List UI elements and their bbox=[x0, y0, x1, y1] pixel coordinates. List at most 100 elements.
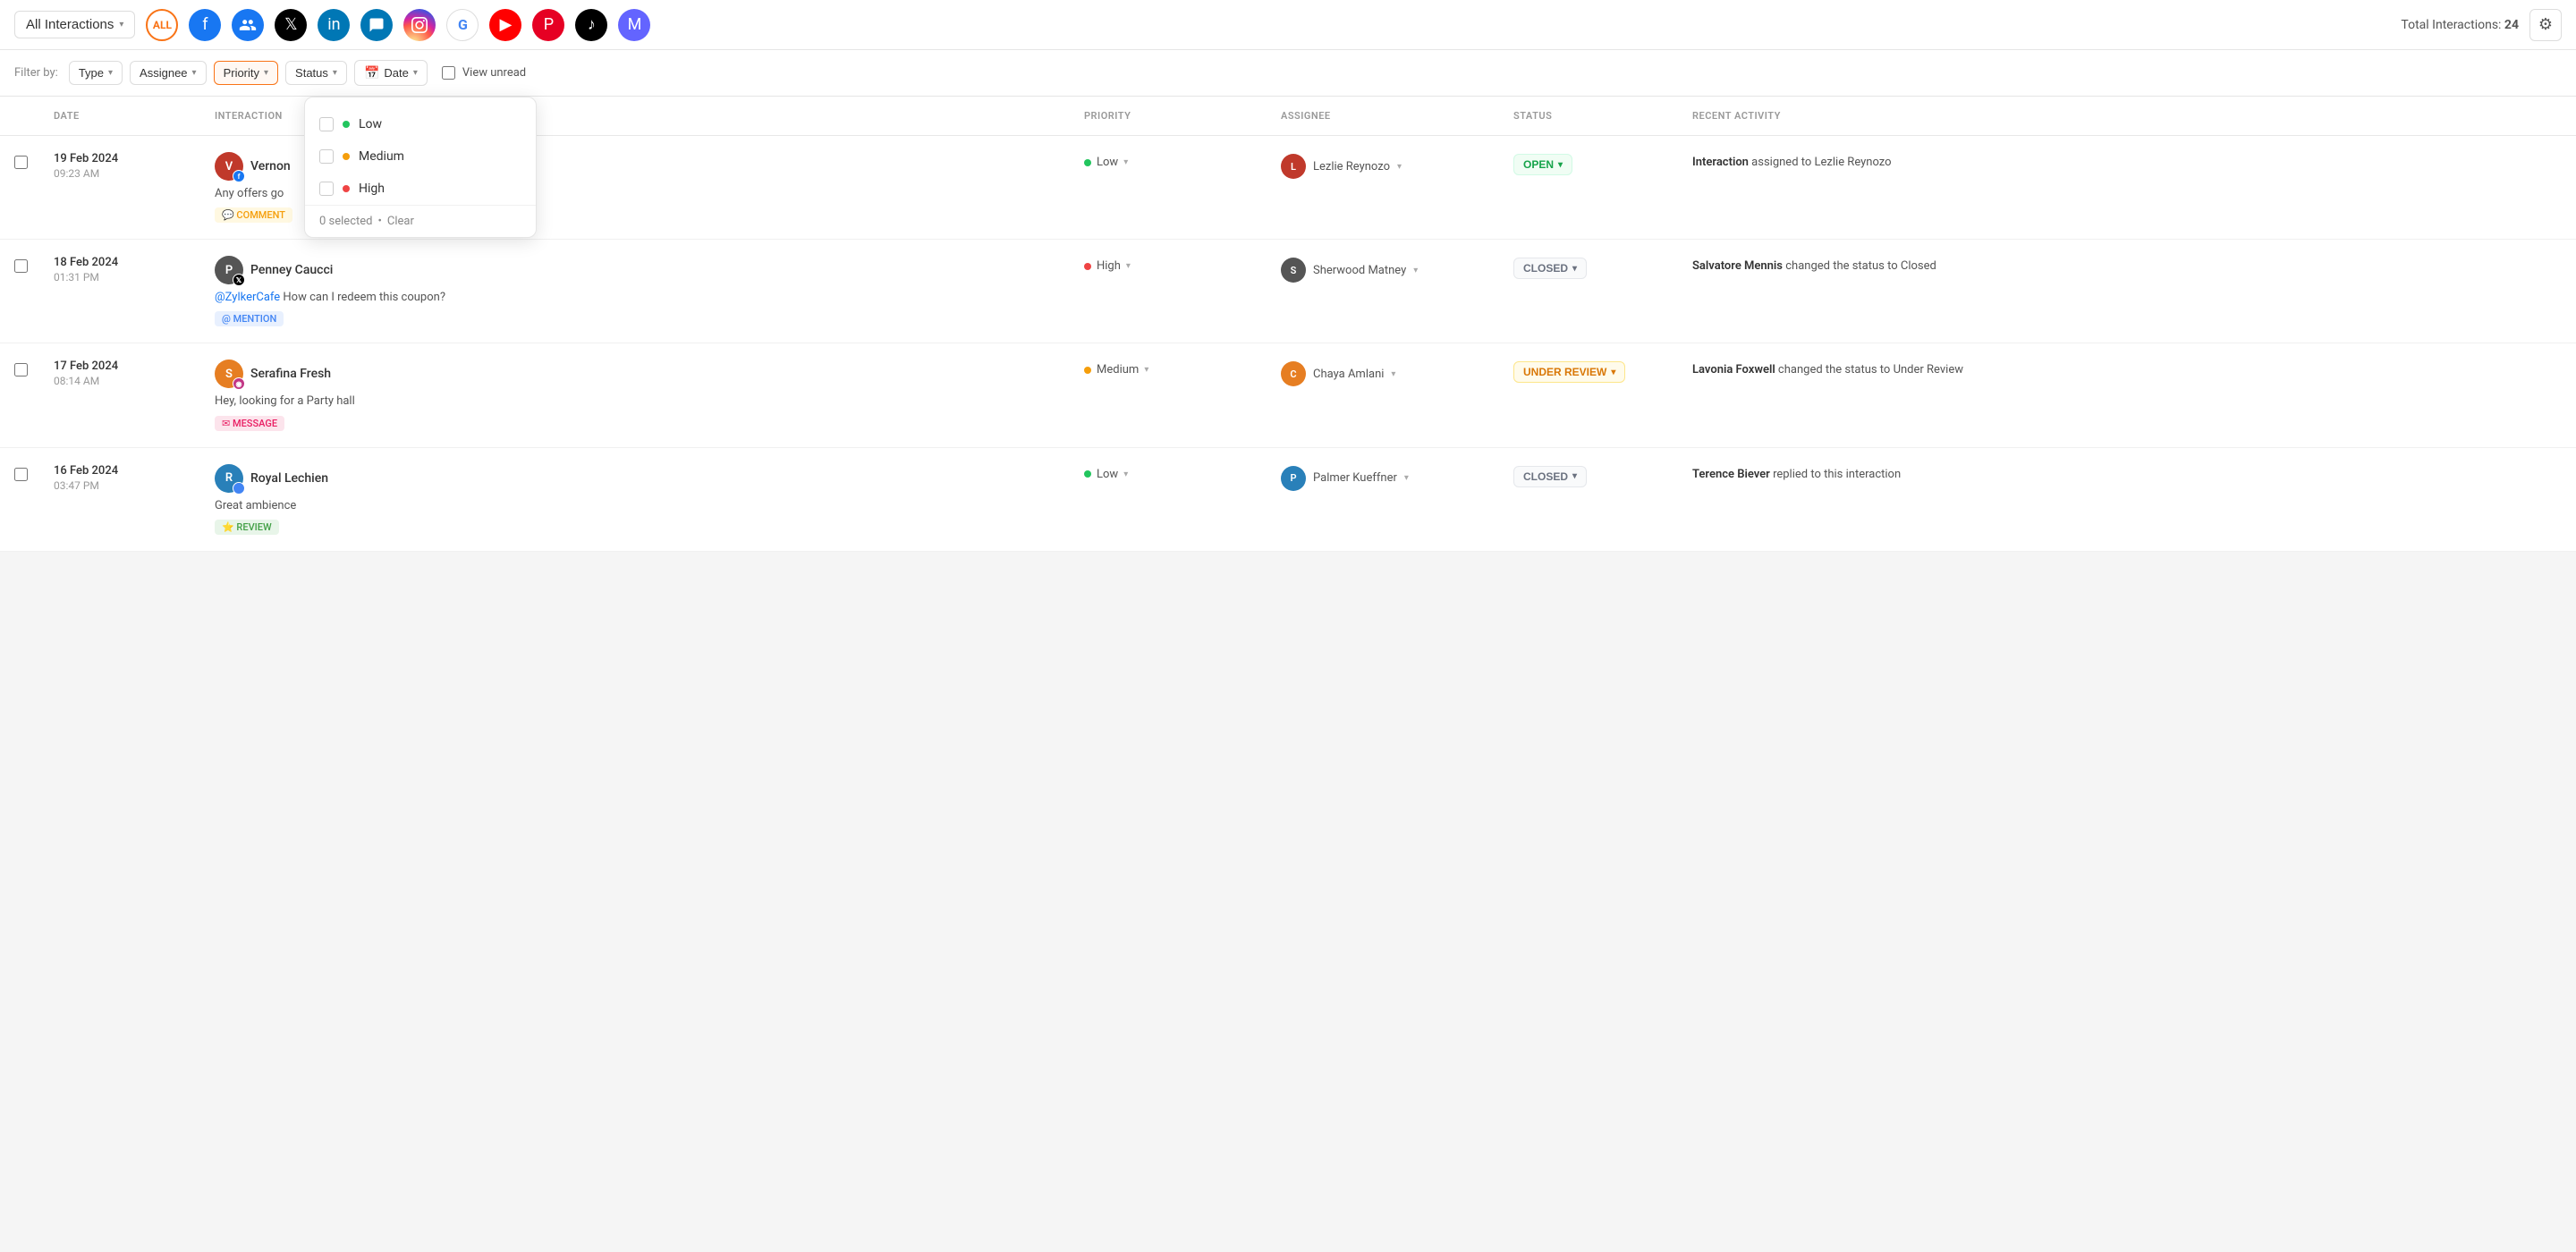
row-checkbox-1[interactable] bbox=[14, 259, 28, 273]
settings-button[interactable]: ⚙ bbox=[2529, 9, 2562, 41]
assignee-filter[interactable]: Assignee ▾ bbox=[130, 61, 207, 85]
mastodon-icon[interactable]: M bbox=[618, 9, 650, 41]
assignee-cell-3: P Palmer Kueffner ▾ bbox=[1281, 464, 1513, 491]
priority-dropdown: Low Medium High 0 selected • Clear bbox=[304, 97, 537, 238]
priority-change-chevron-2[interactable]: ▾ bbox=[1144, 365, 1148, 375]
facebook-icon[interactable]: f bbox=[189, 9, 221, 41]
status-badge-0[interactable]: OPEN ▾ bbox=[1513, 154, 1572, 175]
col-date: DATE bbox=[54, 110, 215, 122]
row-checkbox-col bbox=[14, 256, 54, 273]
assignee-change-chevron-0[interactable]: ▾ bbox=[1397, 162, 1402, 172]
date-main-3: 16 Feb 2024 bbox=[54, 464, 215, 478]
status-filter[interactable]: Status ▾ bbox=[285, 61, 347, 85]
row-checkbox-3[interactable] bbox=[14, 468, 28, 481]
assignee-cell-2: C Chaya Amlani ▾ bbox=[1281, 360, 1513, 386]
tiktok-icon[interactable]: ♪ bbox=[575, 9, 607, 41]
status-badge-3[interactable]: CLOSED ▾ bbox=[1513, 466, 1587, 487]
activity-cell-3: Terence Biever replied to this interacti… bbox=[1692, 464, 2562, 484]
groups-icon[interactable] bbox=[232, 9, 264, 41]
status-badge-2[interactable]: UNDER REVIEW ▾ bbox=[1513, 361, 1625, 383]
status-cell-1: CLOSED ▾ bbox=[1513, 256, 1692, 279]
twitter-icon[interactable]: 𝕏 bbox=[275, 9, 307, 41]
linkedin-icon[interactable]: in bbox=[318, 9, 350, 41]
priority-filter[interactable]: Priority ▾ bbox=[214, 61, 278, 85]
assignee-name-3: Palmer Kueffner bbox=[1313, 471, 1397, 485]
table-row: 17 Feb 2024 08:14 AM S ◉ Serafina Fresh … bbox=[0, 343, 2576, 447]
priority-cell-3: Low ▾ bbox=[1084, 464, 1281, 481]
view-unread-toggle[interactable]: View unread bbox=[442, 66, 526, 80]
instagram-icon[interactable] bbox=[403, 9, 436, 41]
type-chevron: ▾ bbox=[108, 68, 113, 78]
assignee-change-chevron-3[interactable]: ▾ bbox=[1404, 473, 1409, 483]
date-main-1: 18 Feb 2024 bbox=[54, 256, 215, 269]
status-badge-1[interactable]: CLOSED ▾ bbox=[1513, 258, 1587, 279]
assignee-name-1: Sherwood Matney bbox=[1313, 264, 1406, 277]
assignee-avatar-1: S bbox=[1281, 258, 1306, 283]
calendar-icon: 📅 bbox=[364, 65, 379, 80]
priority-option-medium[interactable]: Medium bbox=[305, 140, 536, 173]
interaction-tag-3: ⭐ REVIEW bbox=[215, 520, 279, 535]
priority-label-3: Low bbox=[1097, 468, 1118, 481]
user-avatar-0: V f bbox=[215, 152, 243, 181]
assignee-change-chevron-2[interactable]: ▾ bbox=[1391, 369, 1395, 379]
low-label: Low bbox=[359, 117, 382, 131]
pinterest-icon[interactable]: P bbox=[532, 9, 564, 41]
assignee-cell-1: S Sherwood Matney ▾ bbox=[1281, 256, 1513, 283]
priority-change-chevron-3[interactable]: ▾ bbox=[1123, 470, 1128, 479]
youtube-icon[interactable]: ▶ bbox=[489, 9, 521, 41]
top-nav: All Interactions ▾ ALL f 𝕏 in G ▶ P ♪ M … bbox=[0, 0, 2576, 50]
mention-link[interactable]: @ZylkerCafe bbox=[215, 291, 280, 304]
interaction-cell-1: P 𝕏 Penney Caucci @ZylkerCafe How can I … bbox=[215, 256, 1084, 326]
date-filter[interactable]: 📅 Date ▾ bbox=[354, 60, 428, 86]
date-cell-3: 16 Feb 2024 03:47 PM bbox=[54, 464, 215, 492]
all-interactions-dropdown[interactable]: All Interactions ▾ bbox=[14, 11, 135, 38]
medium-label: Medium bbox=[359, 149, 404, 164]
row-checkbox-0[interactable] bbox=[14, 156, 28, 169]
low-checkbox[interactable] bbox=[319, 117, 334, 131]
assignee-name-2: Chaya Amlani bbox=[1313, 368, 1384, 381]
assignee-avatar-3: P bbox=[1281, 466, 1306, 491]
table-row: 18 Feb 2024 01:31 PM P 𝕏 Penney Caucci @… bbox=[0, 240, 2576, 343]
status-cell-3: CLOSED ▾ bbox=[1513, 464, 1692, 487]
priority-change-chevron-0[interactable]: ▾ bbox=[1123, 157, 1128, 167]
priority-option-low[interactable]: Low bbox=[305, 108, 536, 140]
date-cell-1: 18 Feb 2024 01:31 PM bbox=[54, 256, 215, 283]
priority-label-1: High bbox=[1097, 259, 1121, 273]
platform-badge-3: G bbox=[233, 482, 245, 495]
clear-link[interactable]: Clear bbox=[387, 215, 414, 228]
total-interactions-label: Total Interactions: 24 bbox=[2401, 18, 2519, 32]
platform-badge-2: ◉ bbox=[233, 377, 245, 390]
activity-cell-1: Salvatore Mennis changed the status to C… bbox=[1692, 256, 2562, 275]
google-icon[interactable]: G bbox=[446, 9, 479, 41]
priority-cell-2: Medium ▾ bbox=[1084, 360, 1281, 376]
assignee-cell-0: L Lezlie Reynozo ▾ bbox=[1281, 152, 1513, 179]
user-name-0: Vernon bbox=[250, 159, 291, 173]
interaction-tag-2: ✉ MESSAGE bbox=[215, 416, 284, 431]
row-checkbox-2[interactable] bbox=[14, 363, 28, 376]
chat-icon[interactable] bbox=[360, 9, 393, 41]
all-icon[interactable]: ALL bbox=[146, 9, 178, 41]
type-filter[interactable]: Type ▾ bbox=[69, 61, 123, 85]
medium-checkbox[interactable] bbox=[319, 149, 334, 164]
activity-cell-0: Interaction assigned to Lezlie Reynozo bbox=[1692, 152, 2562, 172]
priority-change-chevron-1[interactable]: ▾ bbox=[1126, 261, 1131, 271]
platform-badge-1: 𝕏 bbox=[233, 274, 245, 286]
status-chevron-3: ▾ bbox=[1572, 471, 1577, 481]
row-checkbox-col bbox=[14, 152, 54, 169]
priority-option-high[interactable]: High bbox=[305, 173, 536, 205]
priority-label-2: Medium bbox=[1097, 363, 1139, 376]
assignee-change-chevron-1[interactable]: ▾ bbox=[1413, 266, 1418, 275]
view-unread-checkbox[interactable] bbox=[442, 66, 455, 80]
status-cell-2: UNDER REVIEW ▾ bbox=[1513, 360, 1692, 383]
all-interactions-label: All Interactions bbox=[26, 17, 114, 32]
filter-by-label: Filter by: bbox=[14, 66, 58, 80]
date-time-3: 03:47 PM bbox=[54, 479, 215, 492]
interaction-cell-2: S ◉ Serafina Fresh Hey, looking for a Pa… bbox=[215, 360, 1084, 430]
high-checkbox[interactable] bbox=[319, 182, 334, 196]
interaction-cell-3: R G Royal Lechien Great ambience ⭐ REVIE… bbox=[215, 464, 1084, 535]
priority-chevron: ▾ bbox=[264, 68, 268, 78]
interaction-text-2: Hey, looking for a Party hall bbox=[215, 393, 1070, 410]
date-main-2: 17 Feb 2024 bbox=[54, 360, 215, 373]
date-time-1: 01:31 PM bbox=[54, 271, 215, 283]
user-name-3: Royal Lechien bbox=[250, 471, 328, 486]
